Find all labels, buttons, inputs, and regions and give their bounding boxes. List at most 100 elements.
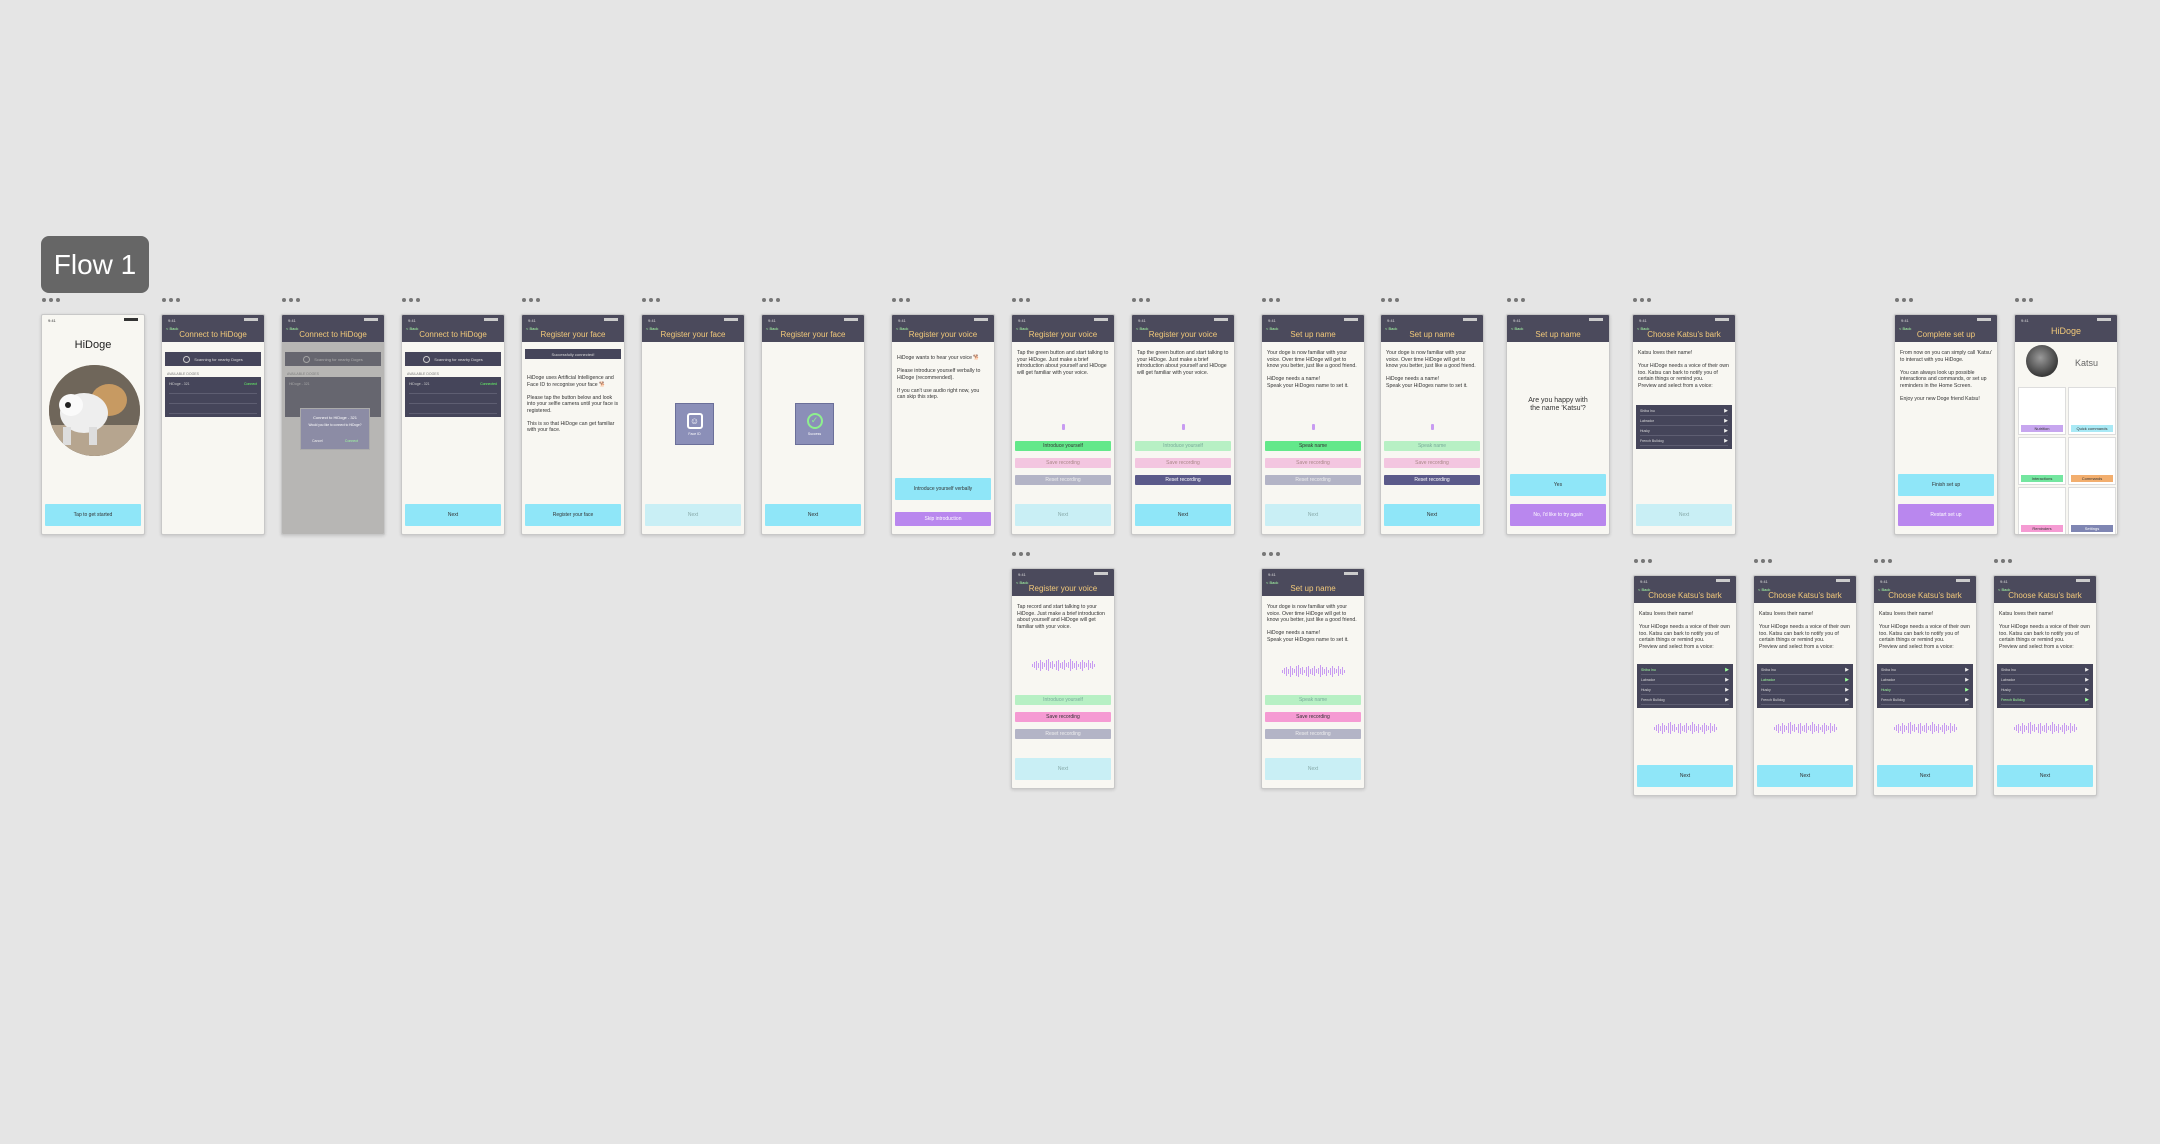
next-button[interactable]: Next [405, 504, 501, 526]
speak-name-button[interactable]: Speak name [1265, 441, 1361, 451]
bark-option[interactable]: Labrador ▶ [1641, 676, 1729, 685]
bark-option[interactable]: French Bulldog ▶ [1641, 696, 1729, 705]
reset-recording-button[interactable]: Reset recording [1265, 729, 1361, 739]
bark-option[interactable]: French Bulldog ▶ [2001, 696, 2089, 705]
bark-option[interactable]: Labrador ▶ [2001, 676, 2089, 685]
play-icon[interactable]: ▶ [1724, 408, 1728, 414]
frame-menu-dots[interactable] [1507, 298, 1525, 302]
yes-button[interactable]: Yes [1510, 474, 1606, 496]
modal-connect-button[interactable]: Connect [345, 439, 358, 445]
speak-name-button[interactable]: Speak name [1265, 695, 1361, 705]
frame-menu-dots[interactable] [1754, 559, 1772, 563]
introduce-yourself-button[interactable]: Introduce yourself [1015, 441, 1111, 451]
bark-option[interactable]: Shiba Inu ▶ [1641, 666, 1729, 675]
next-button[interactable]: Next [1384, 504, 1480, 526]
next-button[interactable]: Next [1637, 765, 1733, 787]
bark-option[interactable]: Shiba Inu ▶ [1761, 666, 1849, 675]
bark-option[interactable]: Labrador ▶ [1881, 676, 1969, 685]
frame-menu-dots[interactable] [1633, 298, 1651, 302]
frame-name-confirm[interactable]: 9:41 < Back Set up name Are you happy wi… [1506, 298, 1610, 535]
save-recording-button[interactable]: Save recording [1384, 458, 1480, 468]
bark-option[interactable]: Husky ▶ [1761, 686, 1849, 695]
frame-menu-dots[interactable] [282, 298, 300, 302]
frame-menu-dots[interactable] [2015, 298, 2033, 302]
device-row[interactable]: HiDoge - 321 Connect [169, 382, 257, 386]
bark-option[interactable]: Shiba Inu ▶ [1881, 666, 1969, 675]
frame-menu-dots[interactable] [1012, 298, 1030, 302]
play-icon[interactable]: ▶ [1845, 677, 1849, 683]
tile-reminders[interactable]: Reminders [2018, 487, 2066, 534]
tile-commands[interactable]: Commands [2068, 437, 2116, 485]
bark-option[interactable]: French Bulldog ▶ [1761, 696, 1849, 705]
next-button[interactable]: Next [1135, 504, 1231, 526]
tile-quick-commands[interactable]: Quick commands [2068, 387, 2116, 435]
speak-name-button[interactable]: Speak name [1384, 441, 1480, 451]
play-icon[interactable]: ▶ [2085, 667, 2089, 673]
frame-face-scan[interactable]: 9:41 < Back Register your face ☺ Face ID… [641, 298, 745, 535]
reset-recording-button[interactable]: Reset recording [1015, 729, 1111, 739]
bark-option[interactable]: Shiba Inu ▶ [1640, 407, 1728, 416]
tile-settings[interactable]: Settings [2068, 487, 2116, 534]
frame-menu-dots[interactable] [1874, 559, 1892, 563]
frame-menu-dots[interactable] [1634, 559, 1652, 563]
play-icon[interactable]: ▶ [1725, 687, 1729, 693]
bark-option[interactable]: Husky ▶ [1641, 686, 1729, 695]
bark-option[interactable]: Labrador ▶ [1640, 417, 1728, 426]
try-again-button[interactable]: No, I'd like to try again [1510, 504, 1606, 526]
frame-face-success[interactable]: 9:41 < Back Register your face ✓ Success… [761, 298, 865, 535]
frame-menu-dots[interactable] [1262, 552, 1280, 556]
bark-option[interactable]: Shiba Inu ▶ [2001, 666, 2089, 675]
frame-bark-list[interactable]: 9:41 < Back Choose Katsu's bark Katsu lo… [1632, 298, 1736, 535]
next-button[interactable]: Next [1997, 765, 2093, 787]
frame-menu-dots[interactable] [642, 298, 660, 302]
frame-bark-preview-4[interactable]: 9:41 < Back Choose Katsu's bark Katsu lo… [1993, 559, 2097, 796]
bark-option[interactable]: Husky ▶ [1640, 427, 1728, 436]
play-icon[interactable]: ▶ [2085, 687, 2089, 693]
frame-menu-dots[interactable] [1262, 298, 1280, 302]
frame-menu-dots[interactable] [42, 298, 60, 302]
frame-name-ready[interactable]: 9:41 < Back Set up name Your doge is now… [1261, 298, 1365, 535]
play-icon[interactable]: ▶ [1965, 677, 1969, 683]
frame-bark-preview-2[interactable]: 9:41 < Back Choose Katsu's bark Katsu lo… [1753, 559, 1857, 796]
reset-recording-button[interactable]: Reset recording [1384, 475, 1480, 485]
frame-menu-dots[interactable] [1012, 552, 1030, 556]
frame-menu-dots[interactable] [162, 298, 180, 302]
frame-voice-recording[interactable]: 9:41 < Back Register your voice Tap reco… [1011, 552, 1115, 789]
next-button[interactable]: Next [1015, 758, 1111, 780]
frame-name-recording[interactable]: 9:41 < Back Set up name Your doge is now… [1261, 552, 1365, 789]
play-icon[interactable]: ▶ [1965, 687, 1969, 693]
play-icon[interactable]: ▶ [1724, 438, 1728, 444]
next-button[interactable]: Next [1265, 504, 1361, 526]
modal-cancel-button[interactable]: Cancel [312, 439, 323, 445]
save-recording-button[interactable]: Save recording [1265, 712, 1361, 722]
bark-option[interactable]: Labrador ▶ [1761, 676, 1849, 685]
reset-recording-button[interactable]: Reset recording [1015, 475, 1111, 485]
register-face-button[interactable]: Register your face [525, 504, 621, 526]
finish-setup-button[interactable]: Finish set up [1898, 474, 1994, 496]
next-button[interactable]: Next [645, 504, 741, 526]
frame-name-saved[interactable]: 9:41 < Back Set up name Your doge is now… [1380, 298, 1484, 535]
next-button[interactable]: Next [1015, 504, 1111, 526]
frame-connected[interactable]: 9:41 < Back Connect to HiDoge Scanning f… [401, 298, 505, 535]
frame-menu-dots[interactable] [892, 298, 910, 302]
restart-setup-button[interactable]: Restart set up [1898, 504, 1994, 526]
play-icon[interactable]: ▶ [1845, 697, 1849, 703]
frame-voice-intro[interactable]: 9:41 < Back Register your voice HiDoge w… [891, 298, 995, 535]
avatar[interactable] [2026, 345, 2058, 377]
tile-nutrition[interactable]: Nutrition [2018, 387, 2066, 435]
frame-home[interactable]: 9:41 HiDoge Katsu Nutrition Quick comman… [2014, 298, 2118, 535]
frame-face-intro[interactable]: 9:41 < Back Register your face Successfu… [521, 298, 625, 535]
frame-voice-saved[interactable]: 9:41 < Back Register your voice Tap the … [1131, 298, 1235, 535]
frame-bark-preview-1[interactable]: 9:41 < Back Choose Katsu's bark Katsu lo… [1633, 559, 1737, 796]
reset-recording-button[interactable]: Reset recording [1265, 475, 1361, 485]
play-icon[interactable]: ▶ [2085, 697, 2089, 703]
frame-menu-dots[interactable] [1132, 298, 1150, 302]
play-icon[interactable]: ▶ [1845, 667, 1849, 673]
bark-option[interactable]: French Bulldog ▶ [1881, 696, 1969, 705]
frame-menu-dots[interactable] [1895, 298, 1913, 302]
next-button[interactable]: Next [765, 504, 861, 526]
play-icon[interactable]: ▶ [1965, 667, 1969, 673]
play-icon[interactable]: ▶ [1724, 428, 1728, 434]
frame-voice-ready[interactable]: 9:41 < Back Register your voice Tap the … [1011, 298, 1115, 535]
frame-menu-dots[interactable] [402, 298, 420, 302]
